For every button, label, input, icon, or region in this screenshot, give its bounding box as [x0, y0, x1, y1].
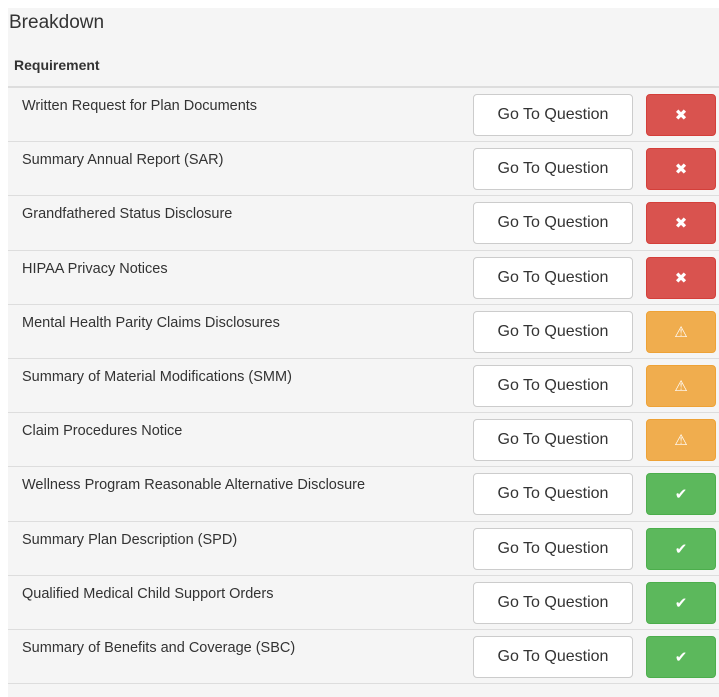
warning-icon: ⚠ — [674, 431, 688, 450]
status-fail-button[interactable]: ✖ — [646, 256, 716, 299]
status-fail-button[interactable]: ✖ — [646, 202, 716, 245]
close-icon: ✖ — [674, 160, 688, 179]
requirement-label: Wellness Program Reasonable Alternative … — [22, 477, 366, 494]
table-row: Summary of Material Modifications (SMM) … — [8, 359, 719, 414]
table-row: Written Request for Plan Documents Go To… — [8, 88, 719, 143]
status-pass-button[interactable]: ✔ — [646, 527, 716, 570]
go-to-question-button[interactable]: Go To Question — [473, 527, 633, 570]
requirement-label: Summary Plan Description (SPD) — [22, 531, 238, 548]
go-to-question-button[interactable]: Go To Question — [473, 419, 633, 462]
check-icon: ✔ — [674, 539, 688, 558]
requirement-label: Summary Annual Report (SAR) — [22, 152, 224, 169]
status-warning-button[interactable]: ⚠ — [646, 310, 716, 353]
requirement-label: HIPAA Privacy Notices — [22, 260, 168, 277]
go-to-question-button[interactable]: Go To Question — [473, 581, 633, 624]
check-icon: ✔ — [674, 647, 688, 666]
panel-title: Breakdown — [9, 12, 105, 33]
status-fail-button[interactable]: ✖ — [646, 148, 716, 191]
go-to-question-button[interactable]: Go To Question — [473, 148, 633, 191]
table-row: Claim Procedures Notice Go To Question ⚠ — [8, 413, 719, 468]
warning-icon: ⚠ — [674, 322, 688, 341]
requirement-label: Grandfathered Status Disclosure — [22, 206, 233, 223]
go-to-question-button[interactable]: Go To Question — [473, 364, 633, 407]
close-icon: ✖ — [674, 214, 688, 233]
go-to-question-button[interactable]: Go To Question — [473, 310, 633, 353]
table-row: Mental Health Parity Claims Disclosures … — [8, 305, 719, 359]
go-to-question-button[interactable]: Go To Question — [473, 635, 633, 678]
requirement-label: Summary of Benefits and Coverage (SBC) — [22, 639, 296, 656]
table-row: Qualified Medical Child Support Orders G… — [8, 576, 719, 630]
table-row: Summary Plan Description (SPD) Go To Que… — [8, 522, 719, 576]
requirement-label: Qualified Medical Child Support Orders — [22, 585, 274, 602]
requirement-label: Written Request for Plan Documents — [22, 98, 258, 114]
table-row: HIPAA Privacy Notices Go To Question ✖ — [8, 251, 719, 305]
status-pass-button[interactable]: ✔ — [646, 635, 716, 678]
status-warning-button[interactable]: ⚠ — [646, 364, 716, 407]
status-pass-button[interactable]: ✔ — [646, 473, 716, 516]
go-to-question-button[interactable]: Go To Question — [473, 473, 633, 516]
status-pass-button[interactable]: ✔ — [646, 581, 716, 624]
status-warning-button[interactable]: ⚠ — [646, 419, 716, 462]
check-icon: ✔ — [674, 485, 688, 504]
table-row: Summary of Benefits and Coverage (SBC) G… — [8, 630, 719, 685]
requirement-label: Claim Procedures Notice — [22, 423, 183, 440]
table-row: Summary Annual Report (SAR) Go To Questi… — [8, 142, 719, 197]
table-row: Grandfathered Status Disclosure Go To Qu… — [8, 196, 719, 251]
warning-icon: ⚠ — [674, 376, 688, 395]
go-to-question-button[interactable]: Go To Question — [473, 202, 633, 245]
check-icon: ✔ — [674, 593, 688, 612]
requirements-list: Written Request for Plan Documents Go To… — [8, 88, 719, 685]
column-header-requirement: Requirement — [14, 57, 100, 73]
table-row: Wellness Program Reasonable Alternative … — [8, 467, 719, 522]
requirement-label: Summary of Material Modifications (SMM) — [22, 368, 292, 385]
go-to-question-button[interactable]: Go To Question — [473, 256, 633, 299]
requirement-label: Mental Health Parity Claims Disclosures — [22, 314, 280, 331]
close-icon: ✖ — [674, 106, 688, 124]
go-to-question-button[interactable]: Go To Question — [473, 94, 633, 136]
close-icon: ✖ — [674, 268, 688, 287]
status-fail-button[interactable]: ✖ — [646, 94, 716, 136]
